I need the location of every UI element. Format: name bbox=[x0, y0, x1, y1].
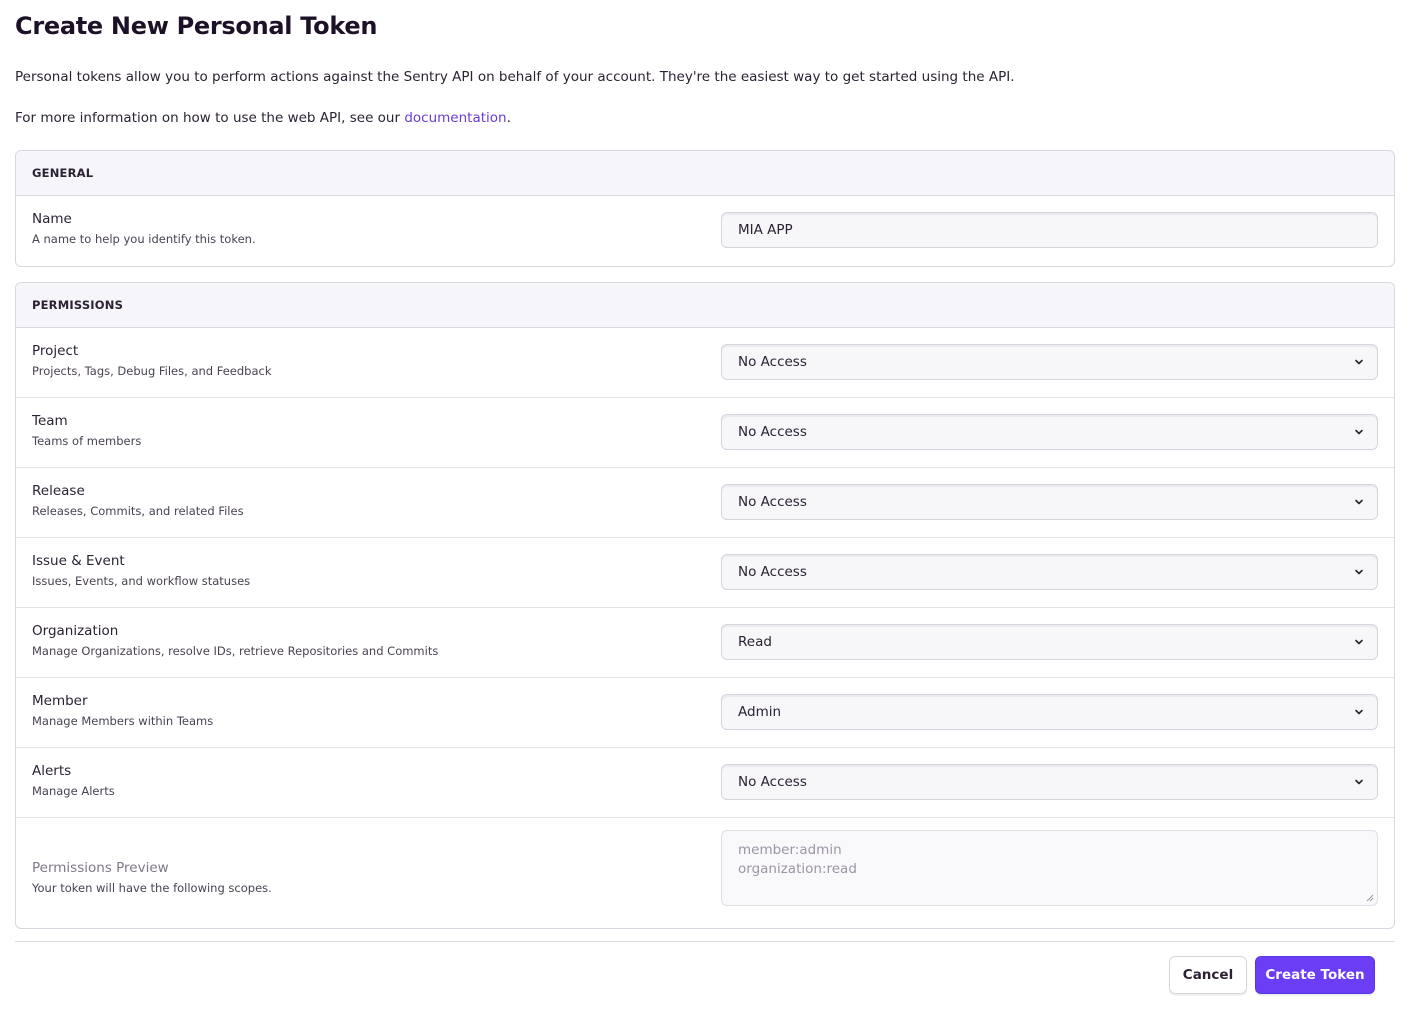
permission-rows: Project Projects, Tags, Debug Files, and … bbox=[16, 328, 1394, 818]
permission-label: Project bbox=[32, 343, 79, 359]
chevron-down-icon bbox=[1355, 569, 1363, 575]
name-input[interactable]: MIA APP bbox=[721, 212, 1378, 248]
cancel-button[interactable]: Cancel bbox=[1169, 956, 1247, 994]
permission-select-organization[interactable]: Read bbox=[721, 624, 1378, 660]
permission-row-organization: Organization Manage Organizations, resolv… bbox=[16, 608, 1394, 678]
permission-row-member: Member Manage Members within Teams Admin bbox=[16, 678, 1394, 748]
permissions-preview-textarea[interactable]: member:admin organization:read bbox=[721, 830, 1378, 906]
permission-select-value: Admin bbox=[738, 704, 782, 720]
footer-divider bbox=[15, 941, 1395, 942]
permission-label: Release bbox=[32, 483, 85, 499]
permission-label: Team bbox=[32, 413, 68, 429]
permission-select-value: No Access bbox=[738, 424, 807, 440]
chevron-down-icon bbox=[1355, 359, 1363, 365]
permission-select-value: Read bbox=[738, 634, 772, 650]
permission-row-project: Project Projects, Tags, Debug Files, and … bbox=[16, 328, 1394, 398]
permission-help: Manage Alerts bbox=[32, 784, 115, 798]
permission-select-member[interactable]: Admin bbox=[721, 694, 1378, 730]
permission-select-release[interactable]: No Access bbox=[721, 484, 1378, 520]
chevron-down-icon bbox=[1355, 709, 1363, 715]
permission-help: Manage Organizations, resolve IDs, retri… bbox=[32, 644, 439, 658]
info-prefix: For more information on how to use the w… bbox=[15, 110, 405, 126]
info-suffix: . bbox=[506, 110, 511, 126]
scope-line: member:admin bbox=[738, 842, 842, 858]
chevron-down-icon bbox=[1355, 779, 1363, 785]
permission-row-release: Release Releases, Commits, and related Fi… bbox=[16, 468, 1394, 538]
permissions-panel: PERMISSIONS Project Projects, Tags, Debug… bbox=[15, 282, 1395, 929]
documentation-link[interactable]: documentation bbox=[404, 110, 506, 126]
permission-help: Projects, Tags, Debug Files, and Feedbac… bbox=[32, 364, 272, 378]
permission-select-project[interactable]: No Access bbox=[721, 344, 1378, 380]
permission-help: Teams of members bbox=[32, 434, 142, 448]
page-title: Create New Personal Token bbox=[15, 12, 378, 40]
general-panel-header: GENERAL bbox=[16, 151, 1394, 196]
permissions-preview-help: Your token will have the following scope… bbox=[32, 881, 272, 895]
chevron-down-icon bbox=[1355, 639, 1363, 645]
create-token-button[interactable]: Create Token bbox=[1255, 956, 1375, 994]
permissions-panel-header: PERMISSIONS bbox=[16, 283, 1394, 328]
permission-help: Releases, Commits, and related Files bbox=[32, 504, 244, 518]
create-token-page: Create New Personal Token Personal token… bbox=[0, 0, 1422, 1017]
name-help: A name to help you identify this token. bbox=[32, 232, 256, 246]
permissions-preview-label: Permissions Preview bbox=[32, 860, 169, 876]
permissions-preview-row: Permissions Preview Your token will have… bbox=[16, 818, 1394, 928]
permission-row-issue-event: Issue & Event Issues, Events, and workflo… bbox=[16, 538, 1394, 608]
name-row: Name A name to help you identify this to… bbox=[16, 196, 1394, 266]
scope-line: organization:read bbox=[738, 861, 857, 877]
permission-label: Alerts bbox=[32, 763, 72, 779]
documentation-info: For more information on how to use the w… bbox=[15, 110, 511, 126]
chevron-down-icon bbox=[1355, 429, 1363, 435]
permission-select-alerts[interactable]: No Access bbox=[721, 764, 1378, 800]
permission-select-value: No Access bbox=[738, 774, 807, 790]
permission-help: Issues, Events, and workflow statuses bbox=[32, 574, 251, 588]
permission-select-value: No Access bbox=[738, 494, 807, 510]
chevron-down-icon bbox=[1355, 499, 1363, 505]
permission-help: Manage Members within Teams bbox=[32, 714, 214, 728]
general-panel: GENERAL Name A name to help you identify… bbox=[15, 150, 1395, 267]
permission-select-issue-event[interactable]: No Access bbox=[721, 554, 1378, 590]
permission-select-value: No Access bbox=[738, 354, 807, 370]
permission-select-value: No Access bbox=[738, 564, 807, 580]
intro-text: Personal tokens allow you to perform act… bbox=[15, 69, 1015, 85]
permission-row-alerts: Alerts Manage Alerts No Access bbox=[16, 748, 1394, 818]
permission-label: Organization bbox=[32, 623, 119, 639]
permission-label: Issue & Event bbox=[32, 553, 125, 569]
permission-label: Member bbox=[32, 693, 88, 709]
resize-handle-icon[interactable] bbox=[1366, 894, 1374, 902]
name-label: Name bbox=[32, 211, 72, 227]
permission-row-team: Team Teams of members No Access bbox=[16, 398, 1394, 468]
permission-select-team[interactable]: No Access bbox=[721, 414, 1378, 450]
